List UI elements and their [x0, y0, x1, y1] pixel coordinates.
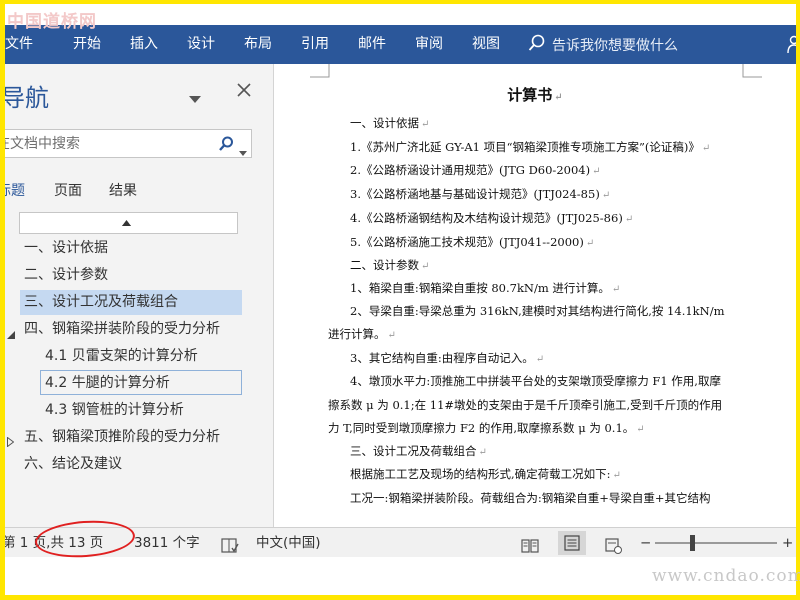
doc-line: 3.《公路桥涵地基与基础设计规范》(JTJ024-85) ↵: [350, 187, 611, 201]
nav-heading-item[interactable]: 一、设计依据: [24, 236, 242, 261]
doc-line: 4.《公路桥涵钢结构及木结构设计规范》(JTJ025-86) ↵: [350, 211, 634, 225]
ribbon-tab-bar: 文件 开始 插入 设计 布局 引用 邮件 审阅 视图 告诉我你想要做什么: [5, 25, 796, 64]
search-box[interactable]: [5, 129, 252, 158]
tell-me-box[interactable]: 告诉我你想要做什么: [528, 25, 678, 64]
tab-pages[interactable]: 页面: [54, 180, 82, 200]
nav-heading-item[interactable]: 五、钢箱梁顶推阶段的受力分析: [24, 425, 264, 450]
doc-line: 2、导梁自重:导梁总重为 316kN,建模时对其结构进行简化,按 14.1kN/…: [350, 304, 725, 318]
chevron-down-icon[interactable]: [239, 141, 247, 160]
tab-design[interactable]: 设计: [187, 25, 215, 64]
print-layout-icon[interactable]: [558, 531, 586, 555]
margin-corner-mark: [310, 64, 330, 78]
zoom-slider-handle[interactable]: [690, 535, 695, 551]
nav-heading-item[interactable]: 四、钢箱梁拼装阶段的受力分析: [24, 317, 264, 342]
share-person-icon[interactable]: [786, 35, 796, 59]
doc-line: 1、箱梁自重:钢箱梁自重按 80.7kN/m 进行计算。 ↵: [350, 281, 621, 295]
doc-heading: 三、设计工况及荷载组合 ↵: [350, 444, 487, 458]
zoom-slider[interactable]: [655, 542, 777, 544]
search-input[interactable]: [5, 130, 196, 157]
doc-line: 根据施工工艺及现场的结构形式,确定荷载工况如下: ↵: [350, 467, 621, 481]
doc-line: 4、墩顶水平力:顶推施工中拼装平台处的支架墩顶受摩擦力 F1 作用,取摩: [350, 374, 721, 388]
proofing-book-icon[interactable]: [221, 535, 239, 553]
watermark-logo: 中国道桥网: [7, 12, 97, 32]
language-indicator[interactable]: 中文(中国): [256, 528, 321, 558]
nav-heading-item[interactable]: 二、设计参数: [24, 263, 242, 288]
collapse-arrow-icon[interactable]: [7, 324, 15, 343]
read-mode-icon[interactable]: [521, 535, 539, 553]
nav-pane-title: 导航: [5, 84, 49, 112]
tab-review[interactable]: 审阅: [415, 25, 443, 64]
zoom-out-button[interactable]: −: [640, 528, 651, 558]
doc-heading: 一、设计依据 ↵: [350, 116, 430, 130]
search-icon[interactable]: [218, 136, 234, 156]
scroll-up-button[interactable]: [19, 212, 238, 234]
nav-tabs: 标题 页面 结果: [5, 180, 265, 200]
nav-heading-item-selected[interactable]: 三、设计工况及荷载组合: [20, 290, 242, 315]
tab-mailings[interactable]: 邮件: [358, 25, 386, 64]
tab-references[interactable]: 引用: [301, 25, 329, 64]
tab-view[interactable]: 视图: [472, 25, 500, 64]
nav-subheading-item[interactable]: 4.1 贝雷支架的计算分析: [45, 344, 245, 369]
tab-insert[interactable]: 插入: [130, 25, 158, 64]
zoom-in-button[interactable]: +: [782, 528, 793, 558]
document-title: 计算书 ↵: [507, 86, 563, 104]
doc-line: 2.《公路桥涵设计通用规范》(JTG D60-2004) ↵: [350, 163, 601, 177]
word-window: 中国道桥网 文件 开始 插入 设计 布局 引用 邮件 审阅 视图 告诉我你想要做…: [5, 4, 796, 595]
tab-headings[interactable]: 标题: [5, 180, 25, 200]
close-icon[interactable]: [237, 81, 251, 102]
doc-line: 擦系数 μ 为 0.1;在 11#墩处的支架由于是千斤顶牵引施工,受到千斤顶的作…: [328, 398, 723, 412]
nav-heading-item[interactable]: 六、结论及建议: [24, 452, 242, 477]
document-page[interactable]: 计算书 ↵ 一、设计依据 ↵ 1.《苏州广济北延 GY-A1 项目“钢箱梁顶推专项施…: [274, 64, 796, 527]
doc-heading: 二、设计参数 ↵: [350, 258, 430, 272]
lightbulb-search-icon: [528, 34, 546, 56]
web-layout-icon[interactable]: [605, 535, 623, 554]
doc-line: 工况一:钢箱梁拼装阶段。荷载组合为:钢箱梁自重+导梁自重+其它结构: [350, 491, 711, 505]
tab-results[interactable]: 结果: [109, 180, 137, 200]
doc-line: 5.《公路桥涵施工技术规范》(JTJ041--2000) ↵: [350, 235, 595, 249]
margin-corner-mark: [742, 64, 762, 78]
tell-me-text: 告诉我你想要做什么: [552, 37, 678, 54]
nav-subheading-item[interactable]: 4.3 钢管桩的计算分析: [45, 398, 245, 423]
doc-line: 进行计算。 ↵: [328, 327, 396, 341]
pane-options-dropdown-icon[interactable]: [189, 89, 201, 108]
word-count[interactable]: 3811 个字: [134, 528, 200, 558]
expand-arrow-icon[interactable]: [7, 432, 15, 451]
nav-subheading-item-hover[interactable]: 4.2 牛腿的计算分析: [40, 370, 242, 395]
watermark-url: www.cndao.com: [652, 566, 800, 586]
yellow-frame: 中国道桥网 文件 开始 插入 设计 布局 引用 邮件 审阅 视图 告诉我你想要做…: [0, 0, 800, 600]
tab-layout[interactable]: 布局: [244, 25, 272, 64]
navigation-pane: 导航 标题 页面 结果: [5, 64, 274, 527]
doc-line: 3、其它结构自重:由程序自动记入。 ↵: [350, 351, 545, 365]
doc-line: 1.《苏州广济北延 GY-A1 项目“钢箱梁顶推专项施工方案”(论证稿)》 ↵: [350, 140, 711, 154]
doc-line: 力 T,同时受到墩顶摩擦力 F2 的作用,取摩擦系数 μ 为 0.1。 ↵: [328, 421, 645, 435]
